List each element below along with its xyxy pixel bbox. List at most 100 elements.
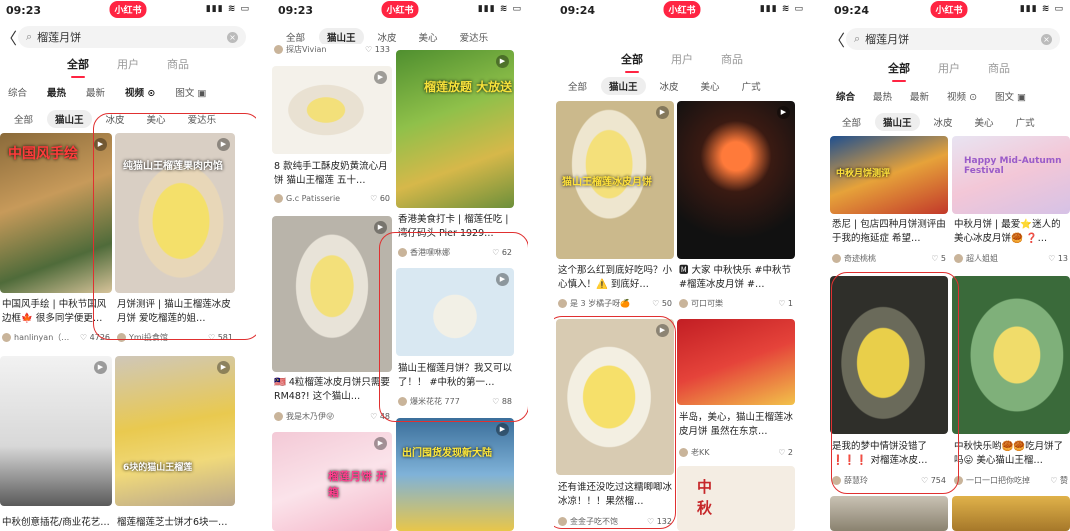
note-card[interactable]: 中国风手绘 ▶ 中国风手绘 | 中秋节国风边框🍁 很多同学便更… hanliny…	[0, 133, 112, 348]
chip-cantonese[interactable]: 广式	[734, 77, 769, 95]
note-card[interactable]: 半岛，美心，猫山王榴莲冰皮月饼 虽然在东京… 老KK 2	[677, 319, 795, 461]
like-count[interactable]: 50	[652, 299, 672, 308]
chip-idale[interactable]: 爱达乐	[180, 110, 225, 128]
chip-idale[interactable]: 爱达乐	[452, 28, 497, 46]
chip-snowskin[interactable]: 冰皮	[926, 113, 961, 131]
like-count[interactable]: 581	[208, 333, 233, 342]
note-title: 月饼测评 | 猫山王榴莲冰皮月饼 爱吃榴莲的姐…	[117, 299, 231, 324]
clear-icon[interactable]: ×	[227, 31, 238, 43]
sort-newest[interactable]: 最新	[910, 89, 929, 105]
tab-users[interactable]: 用户	[938, 60, 960, 78]
chip-snowskin[interactable]: 冰皮	[98, 110, 133, 128]
note-card[interactable]: 中秋月饼测评 悉尼 | 包店四种月饼测评由于我的拖延症 希望… 奇迹桃桃 5	[830, 136, 948, 268]
screenshot-panel-3: 09:24 小红书 ▮▮▮ ≋ ▭ 全部 用户 商品 全部 猫山王 冰皮 美心 …	[554, 0, 810, 531]
sort-hottest[interactable]: 最热	[873, 89, 892, 105]
like-count[interactable]: 754	[921, 476, 946, 485]
like-count[interactable]: 62	[492, 248, 512, 257]
note-card[interactable]: 榴莲月饼 开箱 ▶	[272, 432, 392, 531]
like-count[interactable]: 48	[370, 412, 390, 421]
note-card[interactable]: ▶ 🇲🇾 4粒榴莲冰皮月饼只需要RM48?! 这个猫山… 我是木乃伊😜 48	[272, 216, 392, 428]
chip-maxims[interactable]: 美心	[411, 28, 446, 46]
chip-all[interactable]: 全部	[6, 110, 41, 128]
like-count[interactable]: 133	[365, 45, 390, 54]
chip-cantonese[interactable]: 广式	[1008, 113, 1043, 131]
note-title: 猫山王榴莲月饼？我又可以了！！ #中秋的第一…	[398, 363, 512, 388]
back-icon[interactable]: 〈	[0, 25, 18, 49]
chip-all[interactable]: 全部	[834, 113, 869, 131]
cover-overlay-text: 榴莲放题 大放送	[424, 80, 513, 94]
avatar	[2, 333, 11, 342]
note-card[interactable]: 探店Vivian 133	[272, 44, 392, 56]
play-icon: ▶	[94, 361, 107, 374]
like-count[interactable]: 60	[370, 194, 390, 203]
note-card[interactable]: 榴莲放题 大放送 ▶ 香港美食打卡 | 榴莲任吃 | 湾仔码头 Pier 192…	[396, 50, 514, 262]
chip-maxims[interactable]: 美心	[693, 77, 728, 95]
play-icon: ▶	[496, 423, 509, 436]
note-card[interactable]: 是我的梦中情饼没错了 ❗❗❗ 对榴莲冰皮… 薛慧玲 754	[830, 276, 948, 490]
chip-musang-king[interactable]: 猫山王	[875, 113, 920, 131]
note-card[interactable]: 猫山王榴莲冰皮月饼 ▶ 这个那么红到底好吃吗？小心慎入！⚠️ 到底好… 是 3 …	[556, 101, 674, 313]
avatar	[398, 397, 407, 406]
chip-snowskin[interactable]: 冰皮	[652, 77, 687, 95]
like-count[interactable]: 4726	[80, 333, 110, 342]
chip-musang-king[interactable]: 猫山王	[47, 110, 92, 128]
avatar	[954, 476, 963, 485]
clear-icon[interactable]: ×	[1041, 33, 1052, 45]
note-card[interactable]	[830, 496, 948, 531]
note-title: 🇲🇾 4粒榴莲冰皮月饼只需要RM48?! 这个猫山…	[274, 377, 390, 402]
note-card[interactable]: 6块的猫山王榴莲 ▶ 榴莲榴莲芝士饼才6块一…	[115, 356, 235, 531]
note-title: 这个那么红到底好吃吗？小心慎入！⚠️ 到底好…	[558, 265, 672, 290]
sort-image-text[interactable]: 图文 ▣	[175, 85, 206, 101]
tab-users[interactable]: 用户	[117, 56, 139, 74]
tab-all[interactable]: 全部	[888, 60, 910, 82]
note-card[interactable]: 纯猫山王榴莲果肉内馅 ▶ 月饼测评 | 猫山王榴莲冰皮月饼 爱吃榴莲的姐… Ym…	[115, 133, 235, 348]
note-card[interactable]: ▶ 还有谁还没吃过这糯唧唧冰冰凉！！！果然榴… 金金子吃不饱 132	[556, 319, 674, 531]
note-title: 🅼 大家 中秋快乐 #中秋节 #榴莲冰皮月饼 #…	[679, 265, 792, 290]
sort-hottest[interactable]: 最热	[47, 85, 66, 101]
tab-products[interactable]: 商品	[721, 51, 743, 69]
like-count[interactable]: 132	[647, 517, 672, 526]
note-card[interactable]: ▶ 猫山王榴莲月饼？我又可以了！！ #中秋的第一… 爆米花花 777 88	[396, 268, 514, 412]
tab-all[interactable]: 全部	[621, 51, 643, 73]
note-cover-image: 中国风手绘 ▶	[0, 133, 112, 293]
like-count[interactable]: 88	[492, 397, 512, 406]
chip-musang-king[interactable]: 猫山王	[601, 77, 646, 95]
play-icon: ▶	[656, 106, 669, 119]
note-card[interactable]: ▶ 8 款纯手工酥皮奶黄流心月饼 猫山王榴莲 五十… G.c Patisseri…	[272, 66, 392, 212]
note-card[interactable]: ▶ 🅼 大家 中秋快乐 #中秋节 #榴莲冰皮月饼 #… 可口可樂 1	[677, 101, 795, 313]
note-card[interactable]: 中秋快乐哟🥮🥮吃月饼了吗😛 美心猫山王榴… 一口一口把你吃掉 赞	[952, 276, 1070, 490]
like-count[interactable]: 5	[931, 254, 946, 263]
clock: 09:24	[560, 4, 596, 17]
status-bar: 09:23 小红书 ▮▮▮ ≋ ▭	[272, 0, 528, 20]
note-card[interactable]: ▶ 中秋创意插花/商业花艺…	[0, 356, 112, 531]
sort-video[interactable]: 视频 ⊙	[947, 89, 977, 105]
sort-newest[interactable]: 最新	[86, 85, 105, 101]
back-icon[interactable]: 〈	[828, 27, 846, 51]
signal-icon: ▮▮▮ ≋ ▭	[205, 4, 250, 14]
note-card[interactable]: Happy Mid-Autumn Festival 中秋月饼 | 最爱⭐迷人的美…	[952, 136, 1070, 268]
search-input[interactable]: ⌕ 榴莲月饼 ×	[846, 28, 1060, 50]
note-card[interactable]: 中 秋	[677, 466, 795, 531]
sort-video[interactable]: 视频 ⊙	[125, 85, 155, 101]
note-title: 半岛，美心，猫山王榴莲冰皮月饼 虽然在东京…	[679, 412, 793, 437]
note-card[interactable]: 出门囤货发现新大陆 ▶	[396, 418, 514, 531]
sort-image-text[interactable]: 图文 ▣	[995, 89, 1026, 105]
like-count[interactable]: 2	[778, 448, 793, 457]
note-card[interactable]	[952, 496, 1070, 531]
chip-all[interactable]: 全部	[560, 77, 595, 95]
search-input[interactable]: ⌕ 榴莲月饼 ×	[18, 26, 246, 48]
sort-default[interactable]: 综合	[8, 85, 27, 101]
note-meta: 我是木乃伊😜 48	[274, 411, 390, 422]
tab-products[interactable]: 商品	[988, 60, 1010, 78]
note-author: hanlinyan（…	[14, 333, 70, 342]
like-count[interactable]: 13	[1048, 254, 1068, 263]
sort-default[interactable]: 综合	[836, 89, 855, 105]
chip-maxims[interactable]: 美心	[967, 113, 1002, 131]
note-cover-image	[952, 496, 1070, 531]
tab-users[interactable]: 用户	[671, 51, 693, 69]
like-count[interactable]: 1	[778, 299, 793, 308]
chip-maxims[interactable]: 美心	[139, 110, 174, 128]
like-count[interactable]: 赞	[1050, 475, 1068, 486]
tab-products[interactable]: 商品	[167, 56, 189, 74]
tab-all[interactable]: 全部	[67, 56, 89, 78]
